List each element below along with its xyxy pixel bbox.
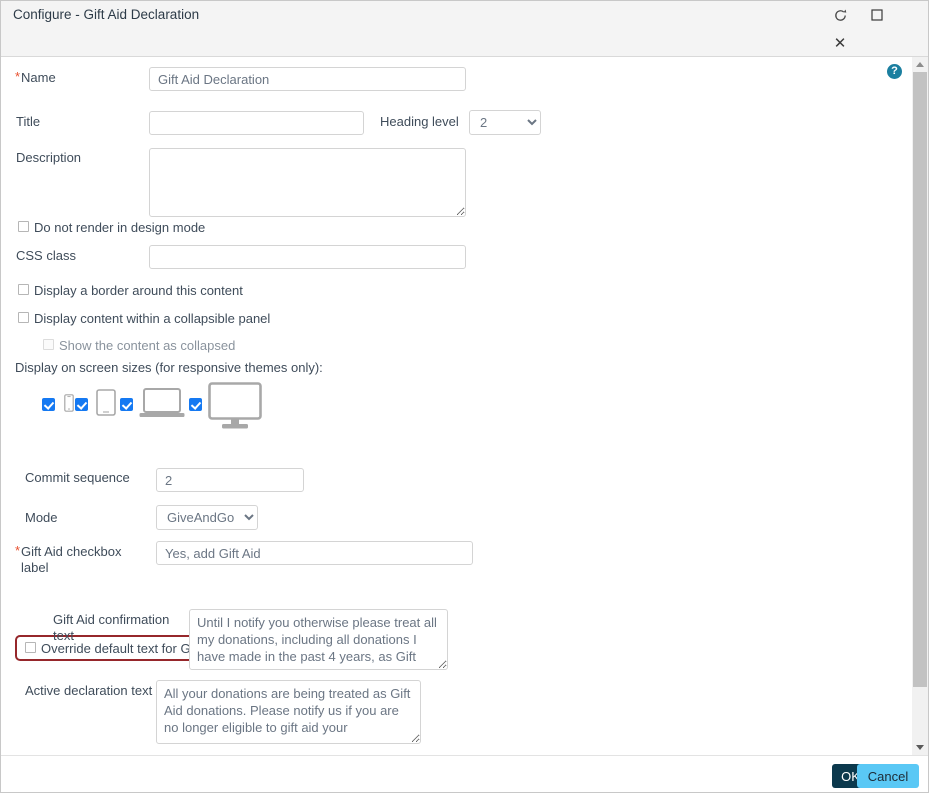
display-border-checkbox[interactable] [18,284,29,295]
do-not-render-checkbox[interactable] [18,221,29,232]
description-label: Description [16,150,82,165]
title-label: Title [16,114,41,129]
phone-icon [64,394,74,412]
screen-sizes-label: Display on screen sizes (for responsive … [15,360,323,375]
show-collapsed-label: Show the content as collapsed [59,338,236,353]
name-label: Name [21,70,56,85]
scroll-up-arrow-icon[interactable] [912,57,928,72]
gift-aid-confirmation-textarea[interactable] [189,609,448,670]
mode-select[interactable]: GiveAndGo [156,505,258,530]
vertical-scrollbar[interactable] [911,57,928,755]
do-not-render-label: Do not render in design mode [34,220,206,235]
gift-aid-checkbox-label-required-marker: * [15,543,21,558]
help-icon[interactable]: ? [887,64,902,79]
css-class-input[interactable] [149,245,466,269]
mode-label: Mode [25,510,58,525]
dialog-footer: OK Cancel [1,755,928,792]
scroll-down-arrow-icon[interactable] [912,740,928,755]
screen-size-desktop-checkbox[interactable] [189,398,202,411]
maximize-icon[interactable] [866,4,888,26]
cancel-button[interactable]: Cancel [857,764,919,788]
collapsible-panel-label: Display content within a collapsible pan… [34,311,271,326]
configure-form: ? * Name Title Heading level 2 Descripti… [1,57,912,755]
desktop-monitor-icon [208,382,262,430]
laptop-icon [139,387,185,418]
commit-sequence-label: Commit sequence [25,470,130,485]
gift-aid-checkbox-label-input[interactable] [156,541,473,565]
collapsible-panel-checkbox[interactable] [18,312,29,323]
name-input[interactable] [149,67,466,91]
screen-size-phone-checkbox[interactable] [42,398,55,411]
screen-size-laptop-checkbox[interactable] [120,398,133,411]
show-collapsed-checkbox[interactable] [43,339,54,350]
screen-size-tablet-checkbox[interactable] [75,398,88,411]
gift-aid-confirmation-text-label: Gift Aid confirmation text [53,612,170,643]
description-textarea[interactable] [149,148,466,217]
heading-level-select[interactable]: 2 [469,110,541,135]
title-input[interactable] [149,111,364,135]
heading-level-label: Heading level [380,114,459,129]
dialog-title: Configure - Gift Aid Declaration [13,7,200,22]
active-declaration-text-label: Active declaration text [25,683,153,698]
configure-dialog: Configure - Gift Aid Declaration ✕ ? * N… [0,0,929,793]
css-class-label: CSS class [16,248,76,263]
override-default-text-checkbox[interactable] [25,642,36,653]
name-required-marker: * [15,69,21,84]
scrollbar-thumb[interactable] [913,72,927,687]
gift-aid-checkbox-label-label: Gift Aid checkbox label [21,544,122,575]
dialog-titlebar: Configure - Gift Aid Declaration ✕ [1,1,928,57]
commit-sequence-input[interactable] [156,468,304,492]
tablet-icon [96,389,116,416]
refresh-icon[interactable] [829,4,851,26]
active-declaration-textarea[interactable] [156,680,421,744]
display-border-label: Display a border around this content [34,283,243,298]
close-icon[interactable]: ✕ [829,32,851,54]
